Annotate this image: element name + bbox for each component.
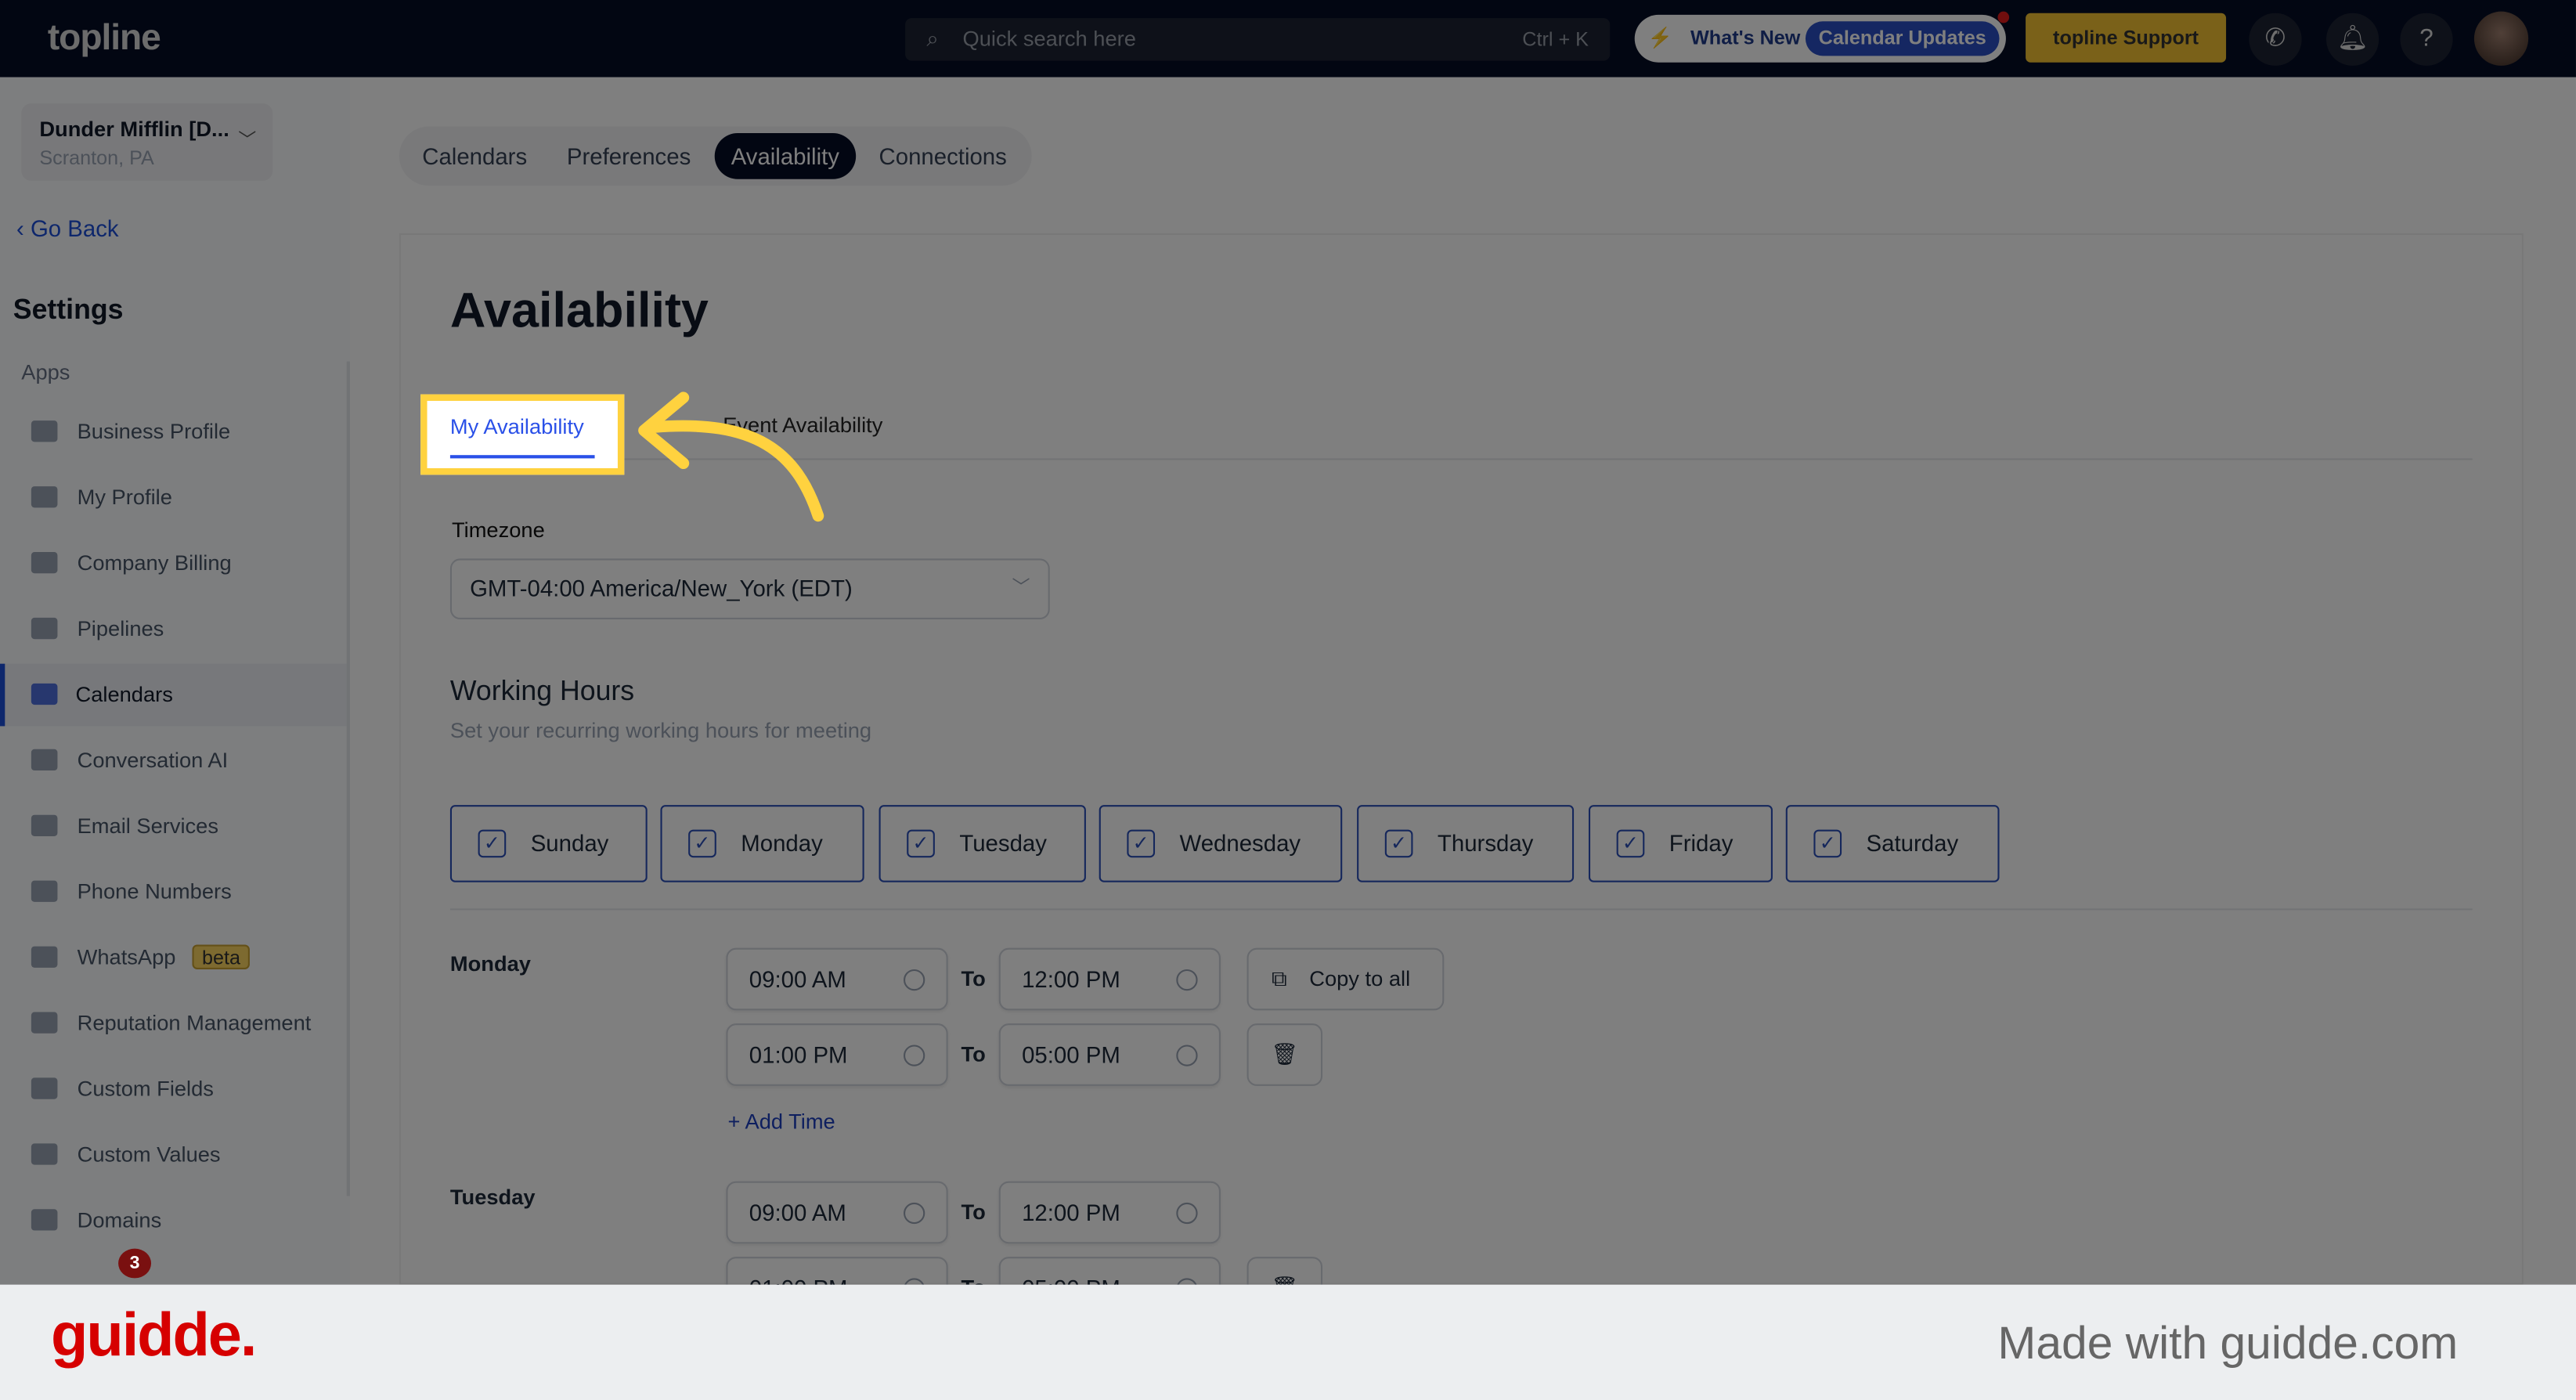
notification-badge: 3 (118, 1248, 152, 1279)
tab-my-availability-highlight[interactable]: My Availability (420, 394, 625, 475)
pointer-arrow-icon (638, 391, 824, 522)
guidde-logo: guidde. (51, 1301, 257, 1369)
made-with-text: Made with guidde.com (1997, 1317, 2459, 1369)
dim-overlay (0, 0, 2576, 1285)
active-tab-underline (449, 455, 595, 459)
